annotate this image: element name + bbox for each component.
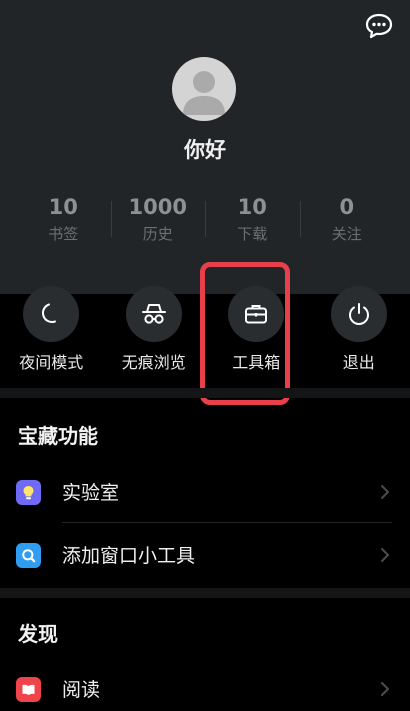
chat-bubble-icon [365, 13, 393, 39]
stat-value: 10 [237, 195, 267, 219]
list-item-label: 添加窗口小工具 [62, 545, 196, 567]
incognito-button[interactable]: 无痕浏览 [103, 286, 206, 386]
list-item-add-widget[interactable]: 添加窗口小工具 [0, 524, 410, 586]
section-title-treasure: 宝藏功能 [18, 424, 98, 448]
night-mode-icon-circle [23, 286, 80, 342]
row-divider [62, 522, 392, 523]
lab-bulb-icon [16, 480, 41, 505]
stat-bookmarks[interactable]: 10 书签 [16, 193, 111, 249]
toolbox-icon-circle [228, 286, 285, 342]
exit-button[interactable]: 退出 [308, 286, 410, 386]
stat-value: 1000 [128, 195, 187, 219]
widget-search-icon [16, 543, 41, 568]
user-silhouette-icon [183, 71, 225, 115]
stat-following[interactable]: 0 关注 [299, 193, 395, 249]
list-item-lab[interactable]: 实验室 [0, 461, 410, 523]
toolbox-button[interactable]: 工具箱 [205, 286, 308, 386]
stat-label: 书签 [48, 225, 79, 243]
book-icon [16, 677, 41, 702]
section-divider [0, 588, 410, 598]
message-button[interactable] [364, 12, 394, 40]
toolbox-icon [245, 305, 268, 324]
section-divider [0, 388, 410, 398]
stat-value: 0 [339, 195, 355, 219]
stat-label: 下载 [237, 225, 268, 243]
stat-label: 历史 [142, 225, 173, 243]
toolbox-label: 工具箱 [232, 353, 281, 372]
incognito-label: 无痕浏览 [121, 353, 186, 372]
night-mode-label: 夜间模式 [19, 353, 84, 372]
stat-label: 关注 [331, 225, 362, 243]
list-item-reading[interactable]: 阅读 [0, 658, 410, 711]
chevron-right-icon [381, 485, 389, 499]
chevron-right-icon [381, 682, 389, 696]
moon-icon [42, 303, 57, 323]
stat-value: 10 [48, 195, 78, 219]
avatar[interactable] [172, 57, 236, 121]
user-name[interactable]: 你好 [0, 134, 410, 164]
power-icon [348, 303, 369, 325]
exit-icon-circle [330, 286, 387, 342]
night-mode-button[interactable]: 夜间模式 [0, 286, 103, 386]
stat-downloads[interactable]: 10 下载 [205, 193, 300, 249]
list-item-label: 阅读 [62, 679, 101, 701]
list-item-label: 实验室 [62, 482, 120, 504]
incognito-icon-circle [125, 286, 182, 342]
stat-history[interactable]: 1000 历史 [110, 193, 206, 249]
quick-actions: 夜间模式 无痕浏览 工具箱 退出 [0, 286, 410, 386]
chevron-right-icon [381, 548, 389, 562]
exit-label: 退出 [342, 353, 375, 372]
stats-bar: 10 书签 1000 历史 10 下载 0 关注 [16, 193, 394, 249]
incognito-icon [141, 304, 166, 324]
section-title-discover: 发现 [18, 622, 58, 646]
profile-header: 你好 10 书签 1000 历史 10 下载 0 关注 [0, 0, 410, 294]
